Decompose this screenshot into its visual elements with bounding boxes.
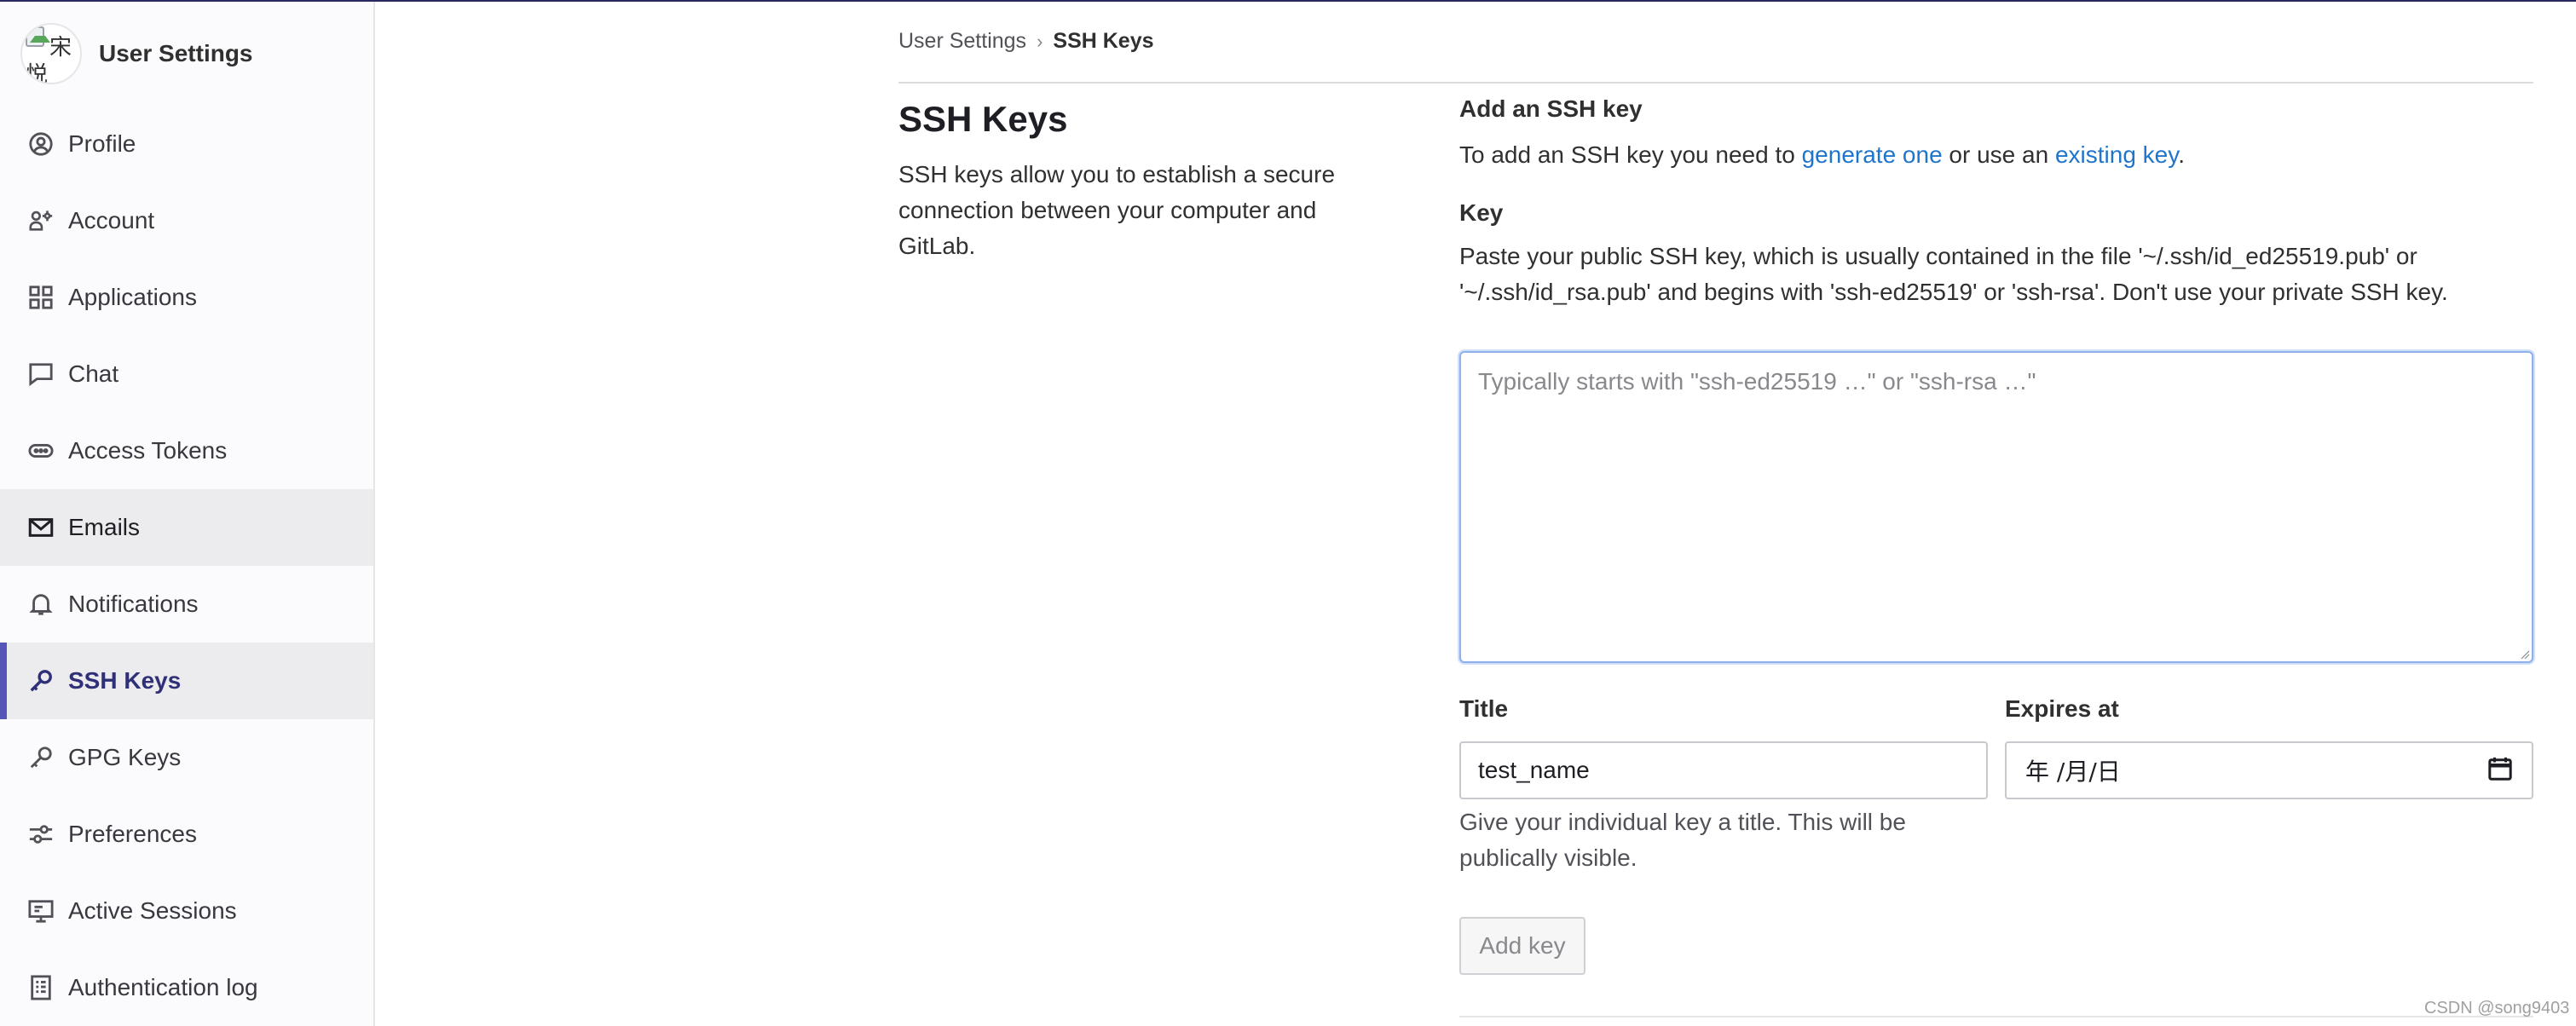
sidebar-nav: Profile Account Applications Chat Access… xyxy=(0,106,373,1026)
avatar[interactable]: 宋 悦 xyxy=(20,23,82,84)
applications-icon xyxy=(27,284,55,311)
title-label: Title xyxy=(1459,695,1509,722)
monitor-icon xyxy=(27,897,55,925)
sidebar-item-notifications[interactable]: Notifications xyxy=(0,566,373,643)
key-description: Paste your public SSH key, which is usua… xyxy=(1459,243,2448,305)
sidebar-item-applications[interactable]: Applications xyxy=(0,259,373,336)
form-bottom-divider xyxy=(1459,1016,2533,1017)
account-icon xyxy=(27,207,55,234)
settings-sidebar: 宋 悦 User Settings Profile Account Applic… xyxy=(0,2,375,1026)
sidebar-item-label: Notifications xyxy=(68,591,199,617)
sidebar-item-label: Account xyxy=(68,207,155,233)
sidebar-item-ssh-keys[interactable]: SSH Keys xyxy=(0,643,373,719)
expires-date-input[interactable]: 年 /月/日 xyxy=(2005,741,2533,799)
top-accent-line xyxy=(0,0,2576,2)
sidebar-item-label: Applications xyxy=(68,284,197,310)
add-ssh-key-intro: To add an SSH key you need to generate o… xyxy=(1459,141,2533,169)
key-icon xyxy=(27,667,55,695)
broken-image-icon xyxy=(26,26,50,47)
resize-grip-icon[interactable] xyxy=(2520,649,2530,660)
profile-icon xyxy=(27,130,55,158)
sidebar-item-label: GPG Keys xyxy=(68,744,182,770)
breadcrumb: User Settings › SSH Keys xyxy=(898,29,1154,54)
bell-icon xyxy=(27,591,55,618)
intro-text: . xyxy=(2178,141,2185,168)
chat-icon xyxy=(27,360,55,388)
sidebar-item-label: Chat xyxy=(68,360,119,387)
breadcrumb-user-settings-link[interactable]: User Settings xyxy=(898,29,1026,54)
breadcrumb-current[interactable]: SSH Keys xyxy=(1053,29,1153,54)
sidebar-item-label: Authentication log xyxy=(68,974,258,1000)
token-icon xyxy=(27,437,55,464)
key-label: Key xyxy=(1459,199,1504,226)
sidebar-item-preferences[interactable]: Preferences xyxy=(0,796,373,873)
sidebar-item-authentication-log[interactable]: Authentication log xyxy=(0,949,373,1026)
sidebar-item-gpg-keys[interactable]: GPG Keys xyxy=(0,719,373,796)
key-textarea[interactable] xyxy=(1459,351,2533,663)
add-key-button[interactable]: Add key xyxy=(1459,917,1585,975)
sidebar-item-label: Preferences xyxy=(68,821,197,847)
sidebar-item-account[interactable]: Account xyxy=(0,182,373,259)
avatar-alt-char: 宋 xyxy=(49,35,72,61)
add-ssh-key-form: Add an SSH key To add an SSH key you nee… xyxy=(1459,95,2533,975)
date-value: 年 /月/日 xyxy=(2025,758,2121,786)
sidebar-item-label: Profile xyxy=(68,130,136,157)
expires-label: Expires at xyxy=(2005,695,2119,722)
watermark: CSDN @song9403 xyxy=(2424,999,2570,1017)
sidebar-item-emails[interactable]: Emails xyxy=(0,489,373,566)
avatar-alt-char: 悦 xyxy=(26,62,49,84)
mail-icon xyxy=(27,514,55,541)
title-input[interactable] xyxy=(1459,741,1988,799)
sidebar-header[interactable]: 宋 悦 User Settings xyxy=(0,2,373,106)
intro-text: To add an SSH key you need to xyxy=(1459,141,1802,168)
page-title: SSH Keys xyxy=(898,99,1068,139)
calendar-icon[interactable] xyxy=(2487,756,2513,786)
log-icon xyxy=(27,974,55,1001)
sidebar-item-label: Emails xyxy=(68,514,141,540)
add-ssh-key-heading: Add an SSH key xyxy=(1459,95,1643,122)
sidebar-item-active-sessions[interactable]: Active Sessions xyxy=(0,873,373,949)
existing-key-link[interactable]: existing key xyxy=(2055,141,2178,168)
sidebar-item-label: Access Tokens xyxy=(68,437,228,464)
generate-one-link[interactable]: generate one xyxy=(1802,141,1943,168)
title-help-text: Give your individual key a title. This w… xyxy=(1459,809,1906,871)
intro-text: or use an xyxy=(1942,141,2055,168)
sidebar-item-profile[interactable]: Profile xyxy=(0,106,373,182)
page-intro: SSH Keys SSH keys allow you to establish… xyxy=(898,99,1376,264)
preferences-icon xyxy=(27,821,55,848)
page-description: SSH keys allow you to establish a secure… xyxy=(898,161,1336,259)
breadcrumb-divider xyxy=(898,82,2533,84)
sidebar-title: User Settings xyxy=(99,40,253,66)
chevron-right-icon: › xyxy=(1037,30,1043,52)
sidebar-item-label: SSH Keys xyxy=(68,667,182,694)
sidebar-item-chat[interactable]: Chat xyxy=(0,336,373,412)
key-icon xyxy=(27,744,55,771)
sidebar-item-label: Active Sessions xyxy=(68,897,237,924)
sidebar-item-access-tokens[interactable]: Access Tokens xyxy=(0,412,373,489)
